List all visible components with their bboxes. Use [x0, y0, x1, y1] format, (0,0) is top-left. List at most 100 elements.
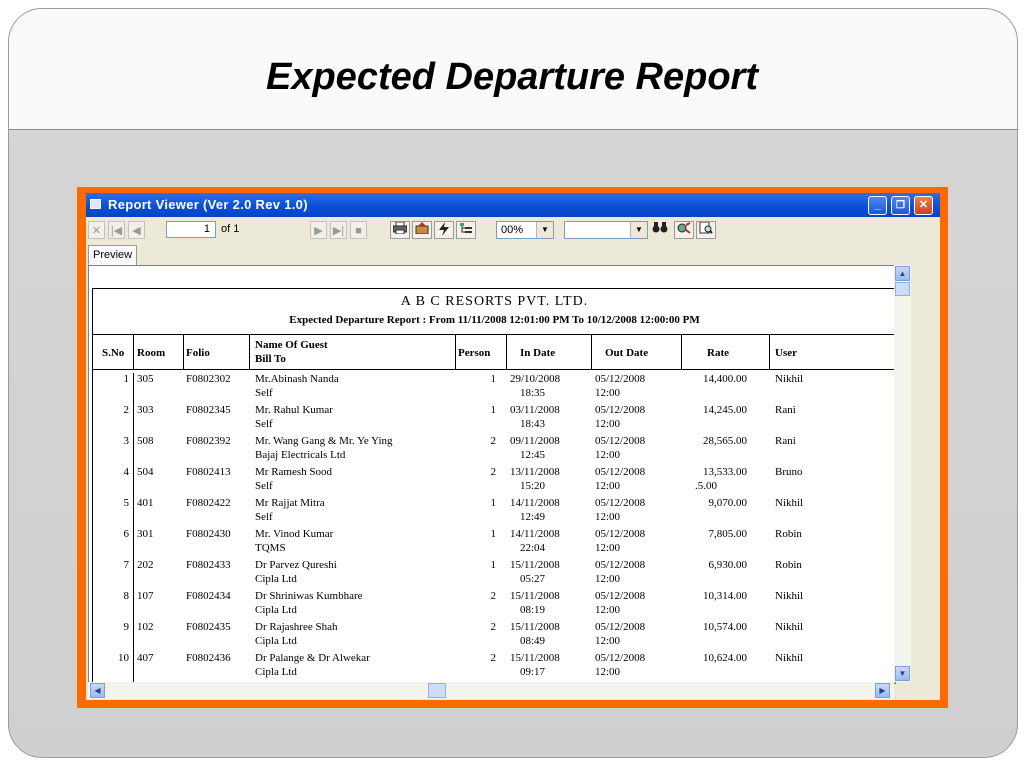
- cell-in-date: 13/11/2008: [510, 466, 560, 478]
- column-divider: [183, 334, 184, 369]
- group-tree-icon[interactable]: [456, 221, 476, 239]
- cell-person: 1: [490, 528, 497, 540]
- cell-user: Nikhil: [775, 373, 804, 385]
- cell-user: Nikhil: [775, 621, 804, 633]
- cell-folio: F0802434: [186, 590, 231, 602]
- export-icon[interactable]: [412, 221, 432, 239]
- cell-in-time: 15:20: [520, 480, 546, 492]
- cell-rate: 14,400.00: [703, 373, 747, 385]
- cell-person: 1: [490, 373, 497, 385]
- close-button[interactable]: ✕: [914, 196, 933, 215]
- cell-in-date: 15/11/2008: [510, 559, 560, 571]
- cell-rate: 13,533.00: [703, 466, 747, 478]
- cell-folio: F0802435: [186, 621, 231, 633]
- cell-sno: 6: [123, 528, 130, 540]
- horizontal-scroll-thumb[interactable]: [428, 683, 446, 698]
- cell-out-time: 12:00: [595, 387, 621, 399]
- drill-down-icon[interactable]: [674, 221, 694, 239]
- col-header-user: User: [775, 347, 797, 359]
- cell-person: 2: [490, 590, 497, 602]
- stop-icon[interactable]: ■: [350, 221, 367, 239]
- cell-rate: 10,624.00: [703, 652, 747, 664]
- cell-person: 2: [490, 435, 497, 447]
- cell-billto: Cipla Ltd: [255, 573, 297, 585]
- cell-sno: 8: [123, 590, 130, 602]
- cell-out-date: 05/12/2008: [595, 404, 646, 416]
- cell-out-date: 05/12/2008: [595, 466, 646, 478]
- cell-room: 102: [137, 621, 154, 633]
- maximize-button[interactable]: ❐: [891, 196, 910, 215]
- cell-room: 407: [137, 652, 154, 664]
- vertical-scrollbar[interactable]: ▲ ▼: [894, 265, 911, 682]
- cell-in-time: 18:43: [520, 418, 546, 430]
- cell-sno: 9: [123, 621, 130, 633]
- search-text-select[interactable]: ▼: [564, 221, 648, 239]
- cell-user: Robin: [775, 528, 802, 540]
- col-header-guest: Name Of Guest: [255, 339, 328, 351]
- first-page-icon[interactable]: |◀: [108, 221, 125, 239]
- cell-out-time: 12:00: [595, 635, 621, 647]
- report-subtitle: Expected Departure Report : From 11/11/2…: [289, 314, 700, 326]
- scroll-down-icon[interactable]: ▼: [895, 666, 910, 681]
- find-binoculars-icon[interactable]: [650, 221, 670, 239]
- cell-billto: Self: [255, 418, 273, 430]
- col-header-indate: In Date: [520, 347, 556, 359]
- cell-folio: F0802302: [186, 373, 231, 385]
- cell-sno: 3: [123, 435, 130, 447]
- vertical-scroll-thumb[interactable]: [895, 282, 910, 296]
- cell-in-time: 09:17: [520, 666, 546, 678]
- report-preview-area[interactable]: A B C RESORTS PVT. LTD. Expected Departu…: [88, 265, 896, 684]
- cell-in-time: 12:45: [520, 449, 546, 461]
- tab-strip: Preview: [86, 243, 940, 265]
- col-header-sno: S.No: [102, 347, 125, 359]
- cell-user: Nikhil: [775, 652, 804, 664]
- refresh-lightning-icon[interactable]: [434, 221, 454, 239]
- cell-guest: Dr Rajashree Shah: [255, 621, 338, 633]
- col-header-outdate: Out Date: [605, 347, 649, 359]
- cell-guest: Mr Rajjat Mitra: [255, 497, 325, 509]
- cell-rate2: .5.00: [695, 480, 717, 492]
- next-page-icon[interactable]: ▶: [310, 221, 327, 239]
- cell-rate: 28,565.00: [703, 435, 747, 447]
- cell-person: 1: [490, 497, 497, 509]
- cell-person: 1: [490, 404, 497, 416]
- previous-page-icon[interactable]: ◀: [128, 221, 145, 239]
- cell-folio: F0802422: [186, 497, 231, 509]
- cell-sno: 10: [118, 652, 129, 664]
- print-icon[interactable]: [390, 221, 410, 239]
- cell-out-time: 12:00: [595, 511, 621, 523]
- zoom-dropdown-icon[interactable]: ▼: [536, 222, 553, 238]
- col-header-room: Room: [137, 347, 166, 359]
- cell-guest: Mr. Rahul Kumar: [255, 404, 333, 416]
- scroll-right-icon[interactable]: ▶: [875, 683, 890, 698]
- column-divider: [133, 334, 134, 369]
- horizontal-scrollbar[interactable]: ◀ ▶: [88, 682, 894, 699]
- window-titlebar[interactable]: Report Viewer (Ver 2.0 Rev 1.0) _ ❐ ✕: [86, 193, 940, 217]
- cell-in-date: 15/11/2008: [510, 652, 560, 664]
- cell-billto: Cipla Ltd: [255, 635, 297, 647]
- last-page-icon[interactable]: ▶|: [330, 221, 347, 239]
- page-number-input[interactable]: 1: [166, 221, 216, 238]
- cell-room: 504: [137, 466, 154, 478]
- cell-billto: Self: [255, 480, 273, 492]
- cell-user: Robin: [775, 559, 802, 571]
- cell-in-date: 15/11/2008: [510, 621, 560, 633]
- search-dropdown-icon[interactable]: ▼: [630, 222, 647, 238]
- cell-guest: Dr Parvez Qureshi: [255, 559, 337, 571]
- cell-in-date: 29/10/2008: [510, 373, 561, 385]
- zoom-magnifier-icon[interactable]: [696, 221, 716, 239]
- cell-in-time: 08:19: [520, 604, 546, 616]
- close-report-icon[interactable]: ✕: [88, 221, 105, 239]
- scroll-left-icon[interactable]: ◀: [90, 683, 105, 698]
- report-viewer-window: Report Viewer (Ver 2.0 Rev 1.0) _ ❐ ✕ ✕ …: [86, 193, 940, 700]
- cell-folio: F0802430: [186, 528, 231, 540]
- zoom-select[interactable]: 00% ▼: [496, 221, 554, 239]
- cell-room: 202: [137, 559, 154, 571]
- cell-folio: F0802436: [186, 652, 231, 664]
- scroll-up-icon[interactable]: ▲: [895, 266, 910, 281]
- cell-billto: Self: [255, 387, 273, 399]
- cell-room: 305: [137, 373, 154, 385]
- minimize-button[interactable]: _: [868, 196, 887, 215]
- tab-preview[interactable]: Preview: [88, 245, 138, 265]
- cell-in-time: 18:35: [520, 387, 546, 399]
